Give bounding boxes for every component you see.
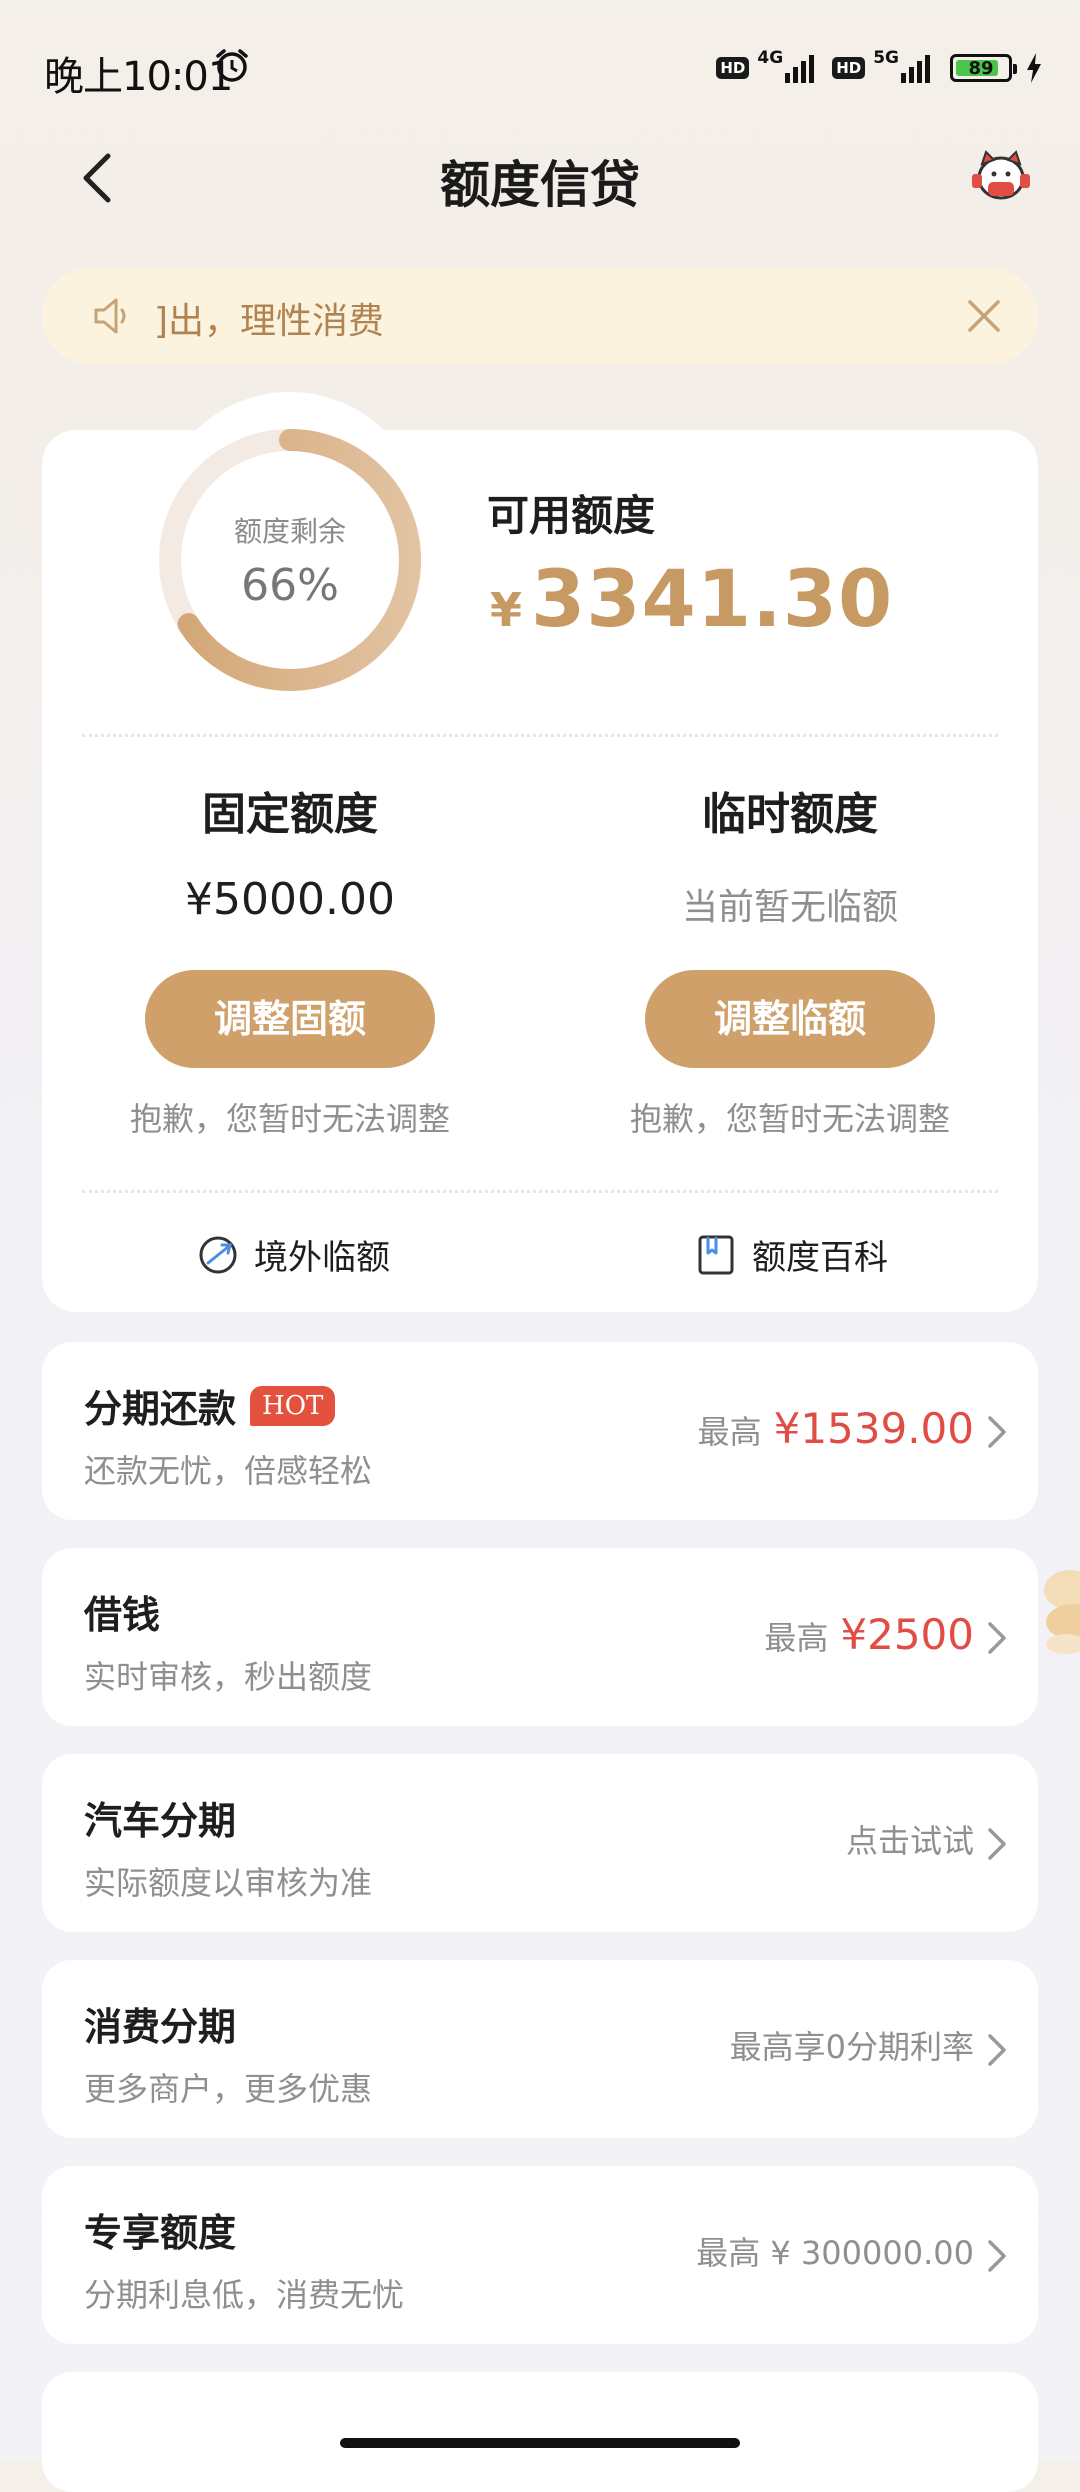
battery-icon: 89 (950, 54, 1017, 82)
hd-badge: HD (716, 57, 750, 79)
ring-label: 额度剩余 (233, 515, 346, 548)
book-icon (698, 1235, 734, 1274)
temp-credit-title: 临时额度 (702, 789, 878, 840)
home-indicator[interactable] (340, 2438, 740, 2448)
page-title: 额度信贷 (440, 156, 640, 214)
speaker-icon (94, 298, 126, 334)
row-prefix: 最高 (697, 1413, 762, 1451)
available-amount: 3341.30 (531, 555, 894, 645)
battery-level: 89 (968, 57, 994, 79)
network-type: 4G (757, 48, 784, 68)
row-value: 最高 ¥2500 (764, 1610, 974, 1659)
row-subtitle: 实际额度以审核为准 (84, 1864, 373, 1902)
list-item-exclusive-credit[interactable]: 专享额度 分期利息低，消费无忧 最高 ¥ 300000.00 (42, 2166, 1038, 2344)
fixed-credit-note: 抱歉，您暂时无法调整 (129, 1100, 450, 1138)
adjust-temp-button[interactable]: 调整临额 (645, 970, 935, 1068)
divider (82, 1190, 998, 1193)
currency-symbol: ¥ (490, 583, 524, 637)
row-amount: ¥1539.00 (773, 1404, 974, 1453)
row-right-text: 最高享0分期利率 (729, 2028, 974, 2066)
temp-credit-note: 抱歉，您暂时无法调整 (629, 1100, 950, 1138)
row-title: 借钱 (84, 1593, 161, 1637)
ring-percent: 66% (241, 560, 339, 611)
row-right-text: 点击试试 (845, 1822, 974, 1860)
chevron-right-icon (988, 1416, 1006, 1448)
available-credit-value: ¥3341.30 (490, 555, 893, 645)
chevron-right-icon (988, 2240, 1006, 2272)
overseas-icon (199, 1236, 237, 1273)
row-subtitle: 实时审核，秒出额度 (84, 1658, 373, 1696)
list-item-installment-repayment[interactable]: 分期还款 HOT 还款无忧，倍感轻松 最高 ¥1539.00 (42, 1342, 1038, 1520)
row-subtitle: 分期利息低，消费无忧 (84, 2276, 405, 2314)
available-credit-label: 可用额度 (487, 491, 656, 540)
credit-wiki-label: 额度百科 (752, 1238, 888, 1278)
notice-text: ]出，理性消费 (154, 301, 385, 342)
status-bar: 晚上10:01 HD 4G HD 5G 89 (0, 0, 1080, 135)
row-value: 最高 ¥ 300000.00 (696, 2228, 974, 2274)
chevron-right-icon (988, 1828, 1006, 1860)
notice-bar[interactable]: ]出，理性消费 (42, 268, 1038, 364)
hot-badge: HOT (250, 1385, 336, 1426)
chevron-right-icon (988, 2034, 1006, 2066)
row-amount: ¥2500 (840, 1610, 974, 1659)
signal-icon (901, 53, 930, 83)
adjust-fixed-button[interactable]: 调整固额 (145, 970, 435, 1068)
hd-badge: HD (832, 57, 866, 79)
list-item-car-installment[interactable]: 汽车分期 实际额度以审核为准 点击试试 (42, 1754, 1038, 1932)
row-value: 最高享0分期利率 (730, 2022, 974, 2068)
list-item-partial[interactable] (42, 2372, 1038, 2492)
alarm-icon (216, 49, 248, 82)
fixed-credit-value: ¥5000.00 (185, 874, 395, 925)
row-title-text: 分期还款 (84, 1387, 237, 1431)
signal-icon (785, 53, 815, 83)
row-title: 分期还款 HOT (84, 1378, 336, 1433)
charging-icon (1027, 53, 1041, 83)
mascot-icon[interactable] (968, 148, 1034, 204)
list-item-borrow[interactable]: 借钱 实时审核，秒出额度 最高 ¥2500 (42, 1548, 1038, 1726)
row-right-text: 最高 ¥ 300000.00 (696, 2234, 974, 2272)
row-value: 点击试试 (846, 1816, 974, 1862)
chevron-right-icon (988, 1622, 1006, 1654)
status-time: 晚上10:01 (44, 54, 233, 100)
status-indicators: HD 4G HD 5G 89 (716, 48, 1042, 88)
temp-credit-value: 当前暂无临额 (681, 887, 898, 928)
list-item-consumer-installment[interactable]: 消费分期 更多商户，更多优惠 最高享0分期利率 (42, 1960, 1038, 2138)
row-subtitle: 还款无忧，倍感轻松 (84, 1452, 373, 1490)
overseas-credit-link[interactable]: 境外临额 (196, 1230, 390, 1279)
row-title: 汽车分期 (84, 1799, 237, 1843)
row-title: 消费分期 (84, 2005, 237, 2049)
credit-wiki-link[interactable]: 额度百科 (694, 1230, 888, 1279)
fixed-credit-title: 固定额度 (202, 789, 378, 840)
coins-decoration-icon (1044, 1570, 1080, 1654)
row-subtitle: 更多商户，更多优惠 (84, 2070, 373, 2108)
row-prefix: 最高 (764, 1619, 829, 1657)
overseas-credit-label: 境外临额 (254, 1238, 390, 1278)
row-title: 专享额度 (84, 2211, 237, 2255)
divider (82, 734, 998, 737)
close-icon[interactable] (962, 294, 1006, 338)
row-value: 最高 ¥1539.00 (698, 1404, 974, 1453)
network-type: 5G (873, 48, 899, 68)
